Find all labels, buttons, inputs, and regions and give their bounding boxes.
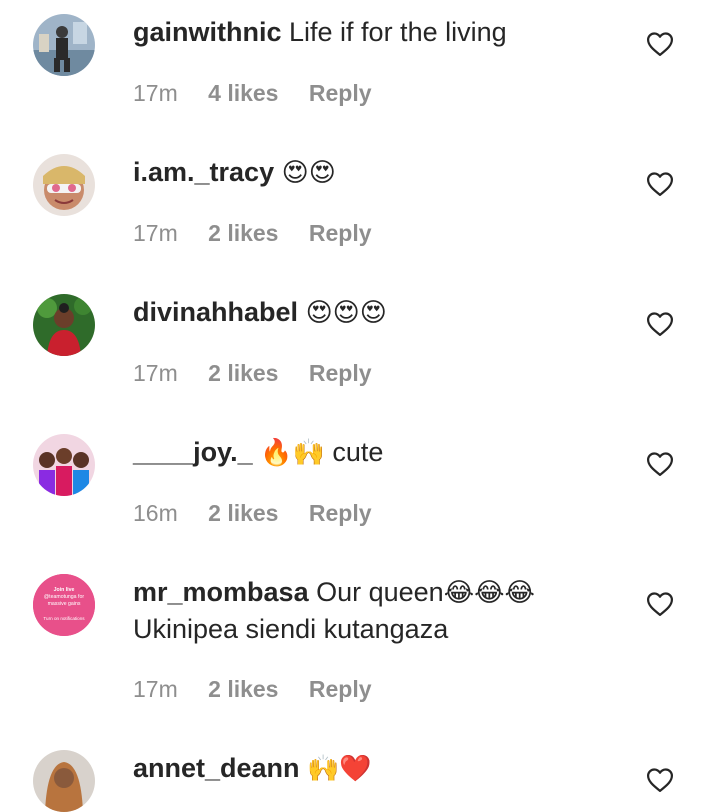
- comment-emoji: 😍😍: [281, 158, 336, 188]
- comment-likes[interactable]: 2 likes: [208, 500, 278, 526]
- avatar-image: [33, 294, 95, 356]
- heart-outline-icon[interactable]: [646, 171, 674, 197]
- comment-time: 17m: [133, 360, 178, 386]
- comment-time: 17m: [133, 220, 178, 246]
- comment-text: Life if for the living: [289, 17, 507, 47]
- avatar-promo-line: @teamotunga for: [44, 594, 84, 600]
- reply-button[interactable]: Reply: [309, 220, 372, 246]
- avatar[interactable]: [33, 294, 95, 356]
- comment-time: 17m: [133, 676, 178, 702]
- reply-button[interactable]: Reply: [309, 500, 372, 526]
- heart-outline-icon[interactable]: [646, 591, 674, 617]
- comment-emoji: 😂😂😂: [443, 578, 535, 608]
- comment-time: 17m: [133, 80, 178, 106]
- avatar[interactable]: [33, 750, 95, 812]
- comment-username[interactable]: ____joy._: [133, 437, 253, 467]
- avatar-image: [33, 750, 95, 812]
- comment-username[interactable]: annet_deann: [133, 753, 300, 783]
- avatar-image: [33, 14, 95, 76]
- comment-emoji: 😍😍😍: [305, 298, 387, 328]
- comment-emoji: 🙌❤️: [307, 754, 372, 784]
- avatar-promo-line: Join live: [54, 587, 75, 593]
- avatar[interactable]: [33, 14, 95, 76]
- comment-likes[interactable]: 2 likes: [208, 360, 278, 386]
- avatar-image: [33, 154, 95, 216]
- reply-button[interactable]: Reply: [309, 360, 372, 386]
- heart-outline-icon[interactable]: [646, 451, 674, 477]
- heart-outline-icon[interactable]: [646, 767, 674, 793]
- comment-text: cute: [332, 437, 384, 467]
- heart-outline-icon[interactable]: [646, 31, 674, 57]
- comment-emoji: 🔥🙌: [260, 438, 325, 468]
- comment-username[interactable]: mr_mombasa: [133, 577, 309, 607]
- comment-username[interactable]: gainwithnic: [133, 17, 282, 47]
- avatar-image: Join live @teamotunga for massive gains …: [33, 574, 95, 636]
- comment-likes[interactable]: 2 likes: [208, 676, 278, 702]
- avatar-promo-line: massive gains: [48, 601, 81, 607]
- comment-username[interactable]: i.am._tracy: [133, 157, 274, 187]
- avatar-promo-line: Turn on notifications: [43, 616, 85, 621]
- avatar[interactable]: Join live @teamotunga for massive gains …: [33, 574, 95, 636]
- heart-outline-icon[interactable]: [646, 311, 674, 337]
- comment-text-line2: Ukinipea siendi kutangaza: [133, 614, 449, 644]
- avatar-image: [33, 434, 95, 496]
- comment-time: 16m: [133, 500, 178, 526]
- avatar[interactable]: [33, 154, 95, 216]
- comment-likes[interactable]: 2 likes: [208, 220, 278, 246]
- reply-button[interactable]: Reply: [309, 676, 372, 702]
- reply-button[interactable]: Reply: [309, 80, 372, 106]
- comment-likes[interactable]: 4 likes: [208, 80, 278, 106]
- comment-username[interactable]: divinahhabel: [133, 297, 298, 327]
- avatar[interactable]: [33, 434, 95, 496]
- comment-text: Our queen: [316, 577, 444, 607]
